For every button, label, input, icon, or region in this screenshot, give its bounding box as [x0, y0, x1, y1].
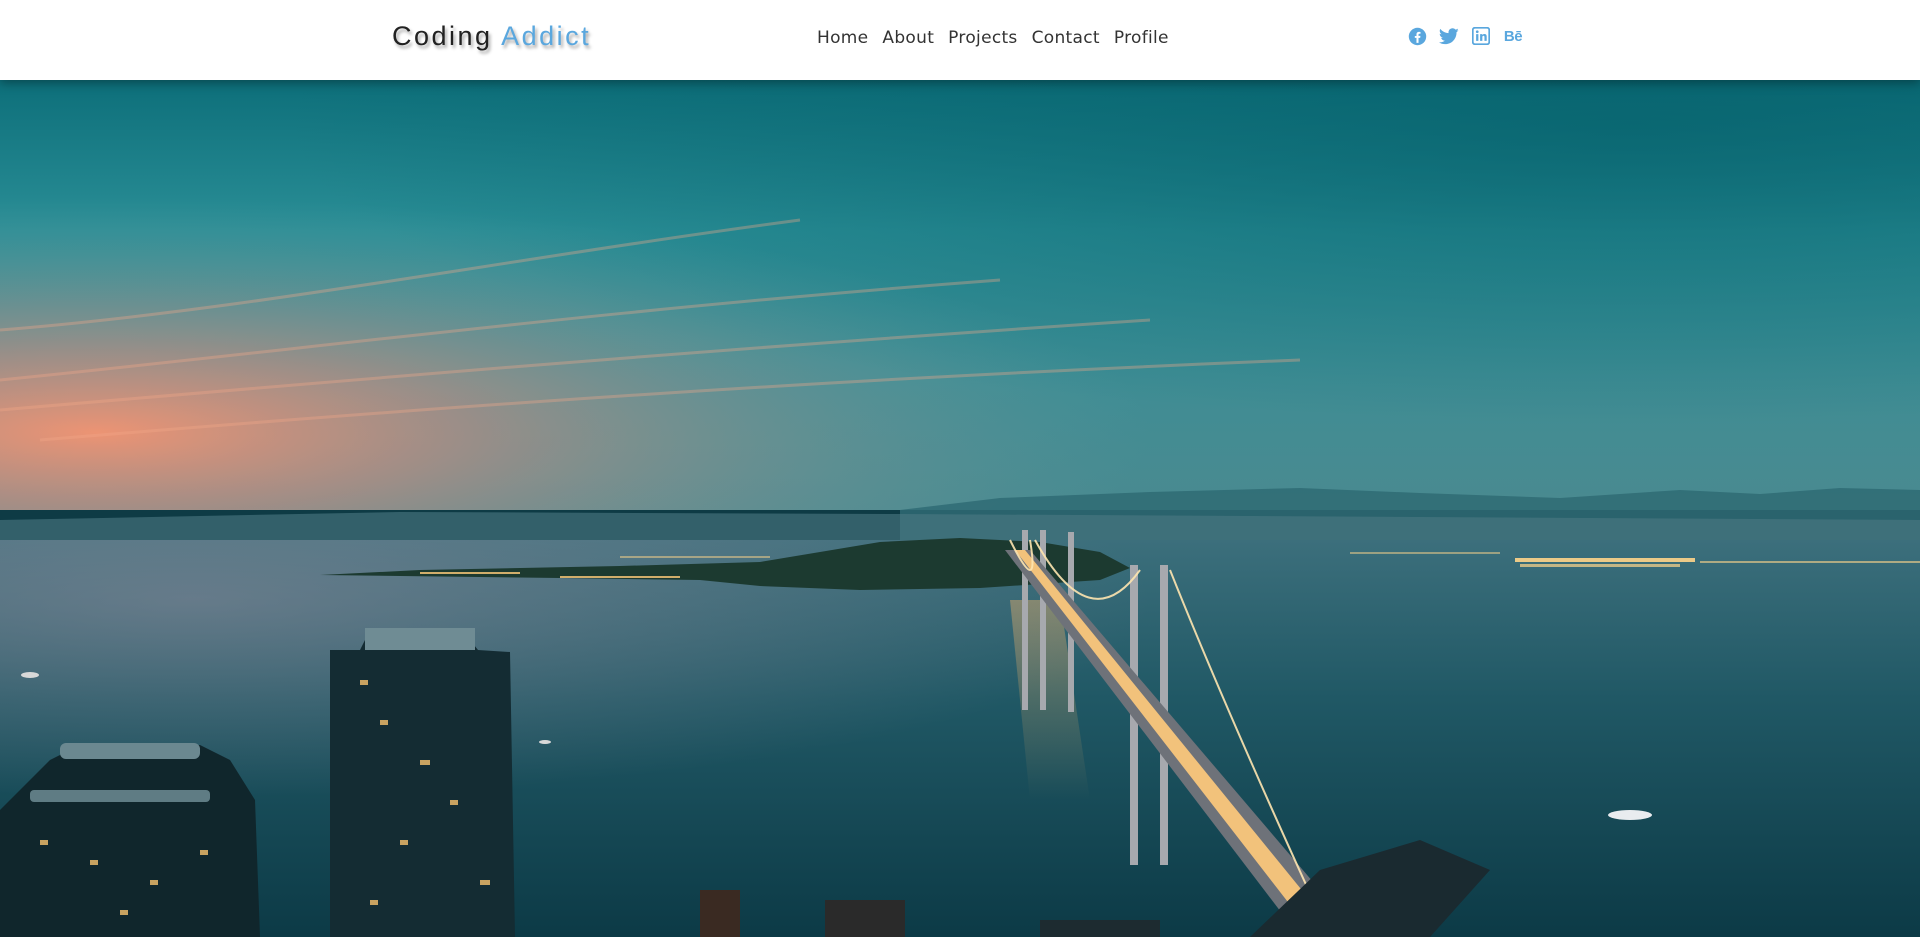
nav-item-home: Home — [817, 28, 875, 48]
nav-link-projects[interactable]: Projects — [941, 28, 1024, 48]
nav-item-profile: Profile — [1107, 28, 1176, 48]
hero-image — [0, 80, 1920, 937]
nav-item-projects: Projects — [941, 28, 1024, 48]
nav-link-contact[interactable]: Contact — [1025, 28, 1107, 48]
hero-section — [0, 80, 1920, 937]
navbar: Coding Addict Home About Projects Contac… — [0, 0, 1920, 80]
social-links: Bē — [1407, 26, 1523, 46]
behance-icon[interactable]: Bē — [1503, 26, 1523, 46]
nav-link-profile[interactable]: Profile — [1107, 28, 1176, 48]
site-logo[interactable]: Coding Addict — [392, 21, 591, 52]
facebook-icon[interactable] — [1407, 26, 1427, 46]
logo-text-primary: Coding — [392, 21, 493, 51]
nav-link-home[interactable]: Home — [817, 28, 875, 48]
nav-links: Home About Projects Contact Profile — [817, 28, 1176, 48]
nav-item-contact: Contact — [1025, 28, 1107, 48]
linkedin-icon[interactable] — [1471, 26, 1491, 46]
logo-text-accent: Addict — [501, 21, 592, 51]
nav-link-about[interactable]: About — [875, 28, 941, 48]
nav-item-about: About — [875, 28, 941, 48]
twitter-icon[interactable] — [1439, 26, 1459, 46]
